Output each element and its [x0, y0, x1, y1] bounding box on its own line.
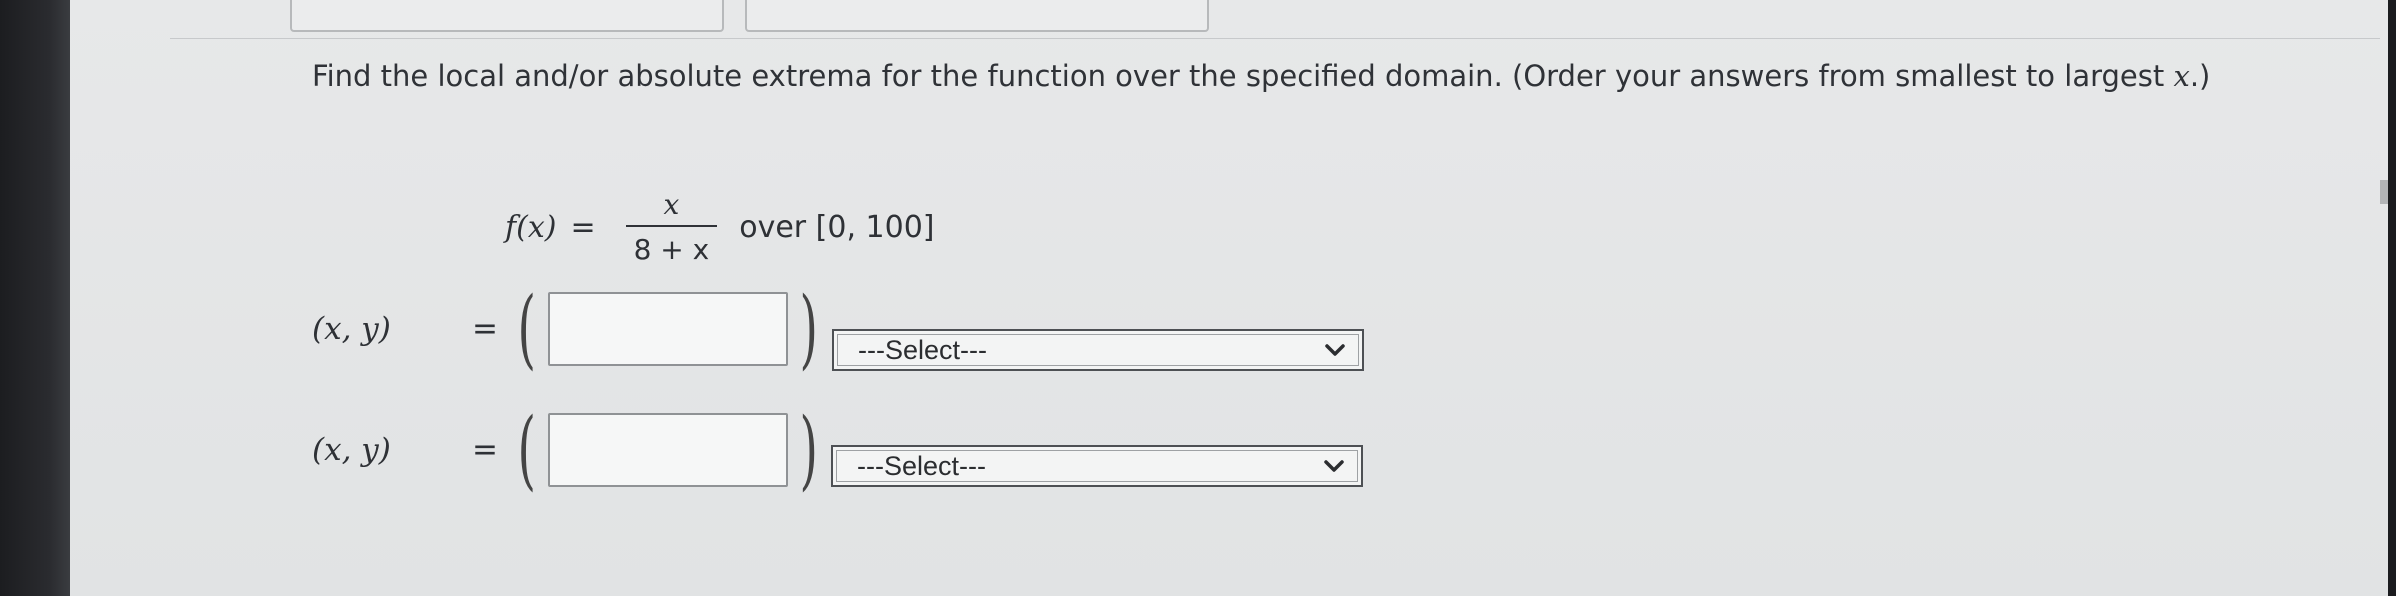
open-paren: (	[517, 279, 536, 379]
fraction-denominator: 8 + x	[633, 233, 710, 266]
close-paren: )	[799, 400, 818, 500]
open-paren: (	[517, 400, 536, 500]
question-text: Find the local and/or absolute extrema f…	[312, 56, 2262, 96]
answer-label: (x, y)	[312, 311, 391, 347]
answer-row-2: (x, y) = ( )	[312, 405, 825, 495]
function-name: f	[505, 209, 517, 245]
select-value: ---Select---	[857, 450, 986, 481]
screen-bezel-right	[2388, 0, 2396, 596]
screen-bezel-left	[0, 0, 70, 596]
question-end-text: .)	[2189, 59, 2211, 93]
scrollbar-marker	[2380, 180, 2388, 204]
fraction-numerator: x	[663, 188, 680, 221]
answer-input-2[interactable]	[547, 413, 788, 487]
question-main-text: Find the local and/or absolute extrema f…	[312, 59, 2174, 93]
close-paren: )	[799, 279, 818, 379]
answer-row-1: (x, y) = ( )	[312, 284, 825, 374]
function-expression: f (x) = x 8 + x over [0, 100]	[505, 182, 935, 272]
function-fraction: x 8 + x	[625, 188, 718, 266]
section-divider	[170, 38, 2380, 39]
function-equals: =	[570, 209, 596, 245]
extremum-type-select-1[interactable]: ---Select---	[832, 329, 1364, 371]
answer-input-1[interactable]	[547, 292, 788, 366]
function-argument: (x)	[516, 209, 557, 245]
extremum-type-select-2[interactable]: ---Select---	[831, 445, 1363, 487]
chevron-down-icon	[1325, 344, 1345, 356]
chevron-down-icon	[1324, 460, 1344, 472]
answer-label: (x, y)	[312, 432, 391, 468]
select-value: ---Select---	[858, 334, 987, 365]
answer-equals: =	[472, 311, 498, 347]
top-field-right	[745, 0, 1209, 32]
answer-equals: =	[472, 432, 498, 468]
function-domain: over [0, 100]	[739, 209, 935, 245]
question-variable: x	[2173, 59, 2190, 93]
top-field-left	[290, 0, 724, 32]
